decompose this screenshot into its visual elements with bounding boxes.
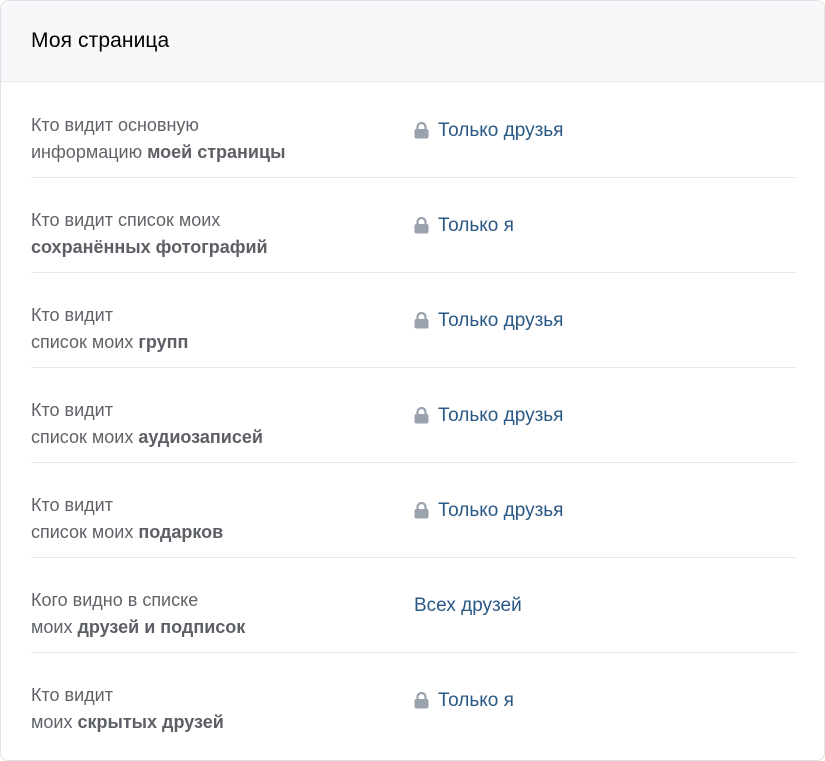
row-label-text: информацию (31, 142, 148, 162)
lock-icon (414, 407, 429, 424)
row-label-line-2: моих скрытых друзей (31, 709, 391, 736)
row-label-line-1: Кто видит (31, 400, 113, 420)
privacy-value-dropdown[interactable]: Только я (414, 178, 514, 273)
privacy-value-dropdown[interactable]: Только друзья (414, 463, 563, 558)
row-label-line-2: список моих подарков (31, 519, 391, 546)
privacy-value-dropdown[interactable]: Только друзья (414, 83, 563, 178)
row-label-bold: подарков (138, 522, 224, 542)
privacy-value-dropdown[interactable]: Только друзья (414, 368, 563, 463)
privacy-value-dropdown[interactable]: Всех друзей (414, 558, 522, 653)
row-label: Кто видит моих скрытых друзей (31, 682, 391, 736)
privacy-value-text[interactable]: Только друзья (438, 310, 563, 332)
row-label-line-1: Кто видит (31, 685, 113, 705)
privacy-value-text[interactable]: Всех друзей (414, 595, 522, 617)
row-label-bold: групп (138, 332, 189, 352)
lock-icon (414, 122, 429, 139)
row-label-line-1: Кто видит (31, 495, 113, 515)
row-label-bold: скрытых друзей (77, 712, 224, 732)
privacy-row-groups: Кто видит список моих групп Только друзь… (31, 273, 796, 368)
row-label-bold: друзей и подписок (77, 617, 246, 637)
row-label-bold: аудиозаписей (138, 427, 263, 447)
lock-icon (414, 502, 429, 519)
lock-icon (414, 312, 429, 329)
privacy-row-gifts: Кто видит список моих подарков Только др… (31, 463, 796, 558)
privacy-row-friends-list: Кого видно в списке моих друзей и подпис… (31, 558, 796, 653)
privacy-row-main-info: Кто видит основную информацию моей стран… (31, 83, 796, 178)
panel-header: Моя страница (1, 1, 824, 82)
privacy-value-text[interactable]: Только я (438, 215, 514, 237)
row-label-bold: сохранённых фотографий (31, 237, 268, 257)
row-label-line-1: Кто видит список моих (31, 210, 221, 230)
privacy-value-text[interactable]: Только я (438, 690, 514, 712)
row-label: Кто видит список моих сохранённых фотогр… (31, 207, 391, 261)
privacy-row-hidden-friends: Кто видит моих скрытых друзей Только я (31, 653, 796, 748)
row-label-line-1: Кого видно в списке (31, 590, 199, 610)
lock-icon (414, 692, 429, 709)
row-label: Кто видит список моих аудиозаписей (31, 397, 391, 451)
privacy-value-text[interactable]: Только друзья (438, 120, 563, 142)
row-label-text: список моих (31, 522, 139, 542)
privacy-row-audio: Кто видит список моих аудиозаписей Тольк… (31, 368, 796, 463)
row-label-text: моих (31, 712, 78, 732)
page-title: Моя страница (31, 29, 170, 52)
row-label-line-2: список моих аудиозаписей (31, 424, 391, 451)
row-label: Кто видит список моих групп (31, 302, 391, 356)
row-label-text: список моих (31, 332, 139, 352)
row-label: Кто видит основную информацию моей стран… (31, 112, 391, 166)
privacy-settings-list: Кто видит основную информацию моей стран… (31, 83, 796, 748)
privacy-value-text[interactable]: Только друзья (438, 405, 563, 427)
privacy-value-dropdown[interactable]: Только я (414, 653, 514, 748)
row-label-line-2: сохранённых фотографий (31, 234, 391, 261)
row-label-line-2: информацию моей страницы (31, 139, 391, 166)
row-label-line-2: список моих групп (31, 329, 391, 356)
row-label-text: список моих (31, 427, 139, 447)
row-label: Кого видно в списке моих друзей и подпис… (31, 587, 391, 641)
row-label-bold: моей страницы (147, 142, 286, 162)
row-label-line-2: моих друзей и подписок (31, 614, 391, 641)
row-label: Кто видит список моих подарков (31, 492, 391, 546)
row-label-line-1: Кто видит (31, 305, 113, 325)
privacy-value-text[interactable]: Только друзья (438, 500, 563, 522)
privacy-row-saved-photos: Кто видит список моих сохранённых фотогр… (31, 178, 796, 273)
privacy-value-dropdown[interactable]: Только друзья (414, 273, 563, 368)
row-label-text: моих (31, 617, 78, 637)
privacy-panel: Моя страница Кто видит основную информац… (0, 0, 825, 761)
row-label-line-1: Кто видит основную (31, 115, 199, 135)
lock-icon (414, 217, 429, 234)
